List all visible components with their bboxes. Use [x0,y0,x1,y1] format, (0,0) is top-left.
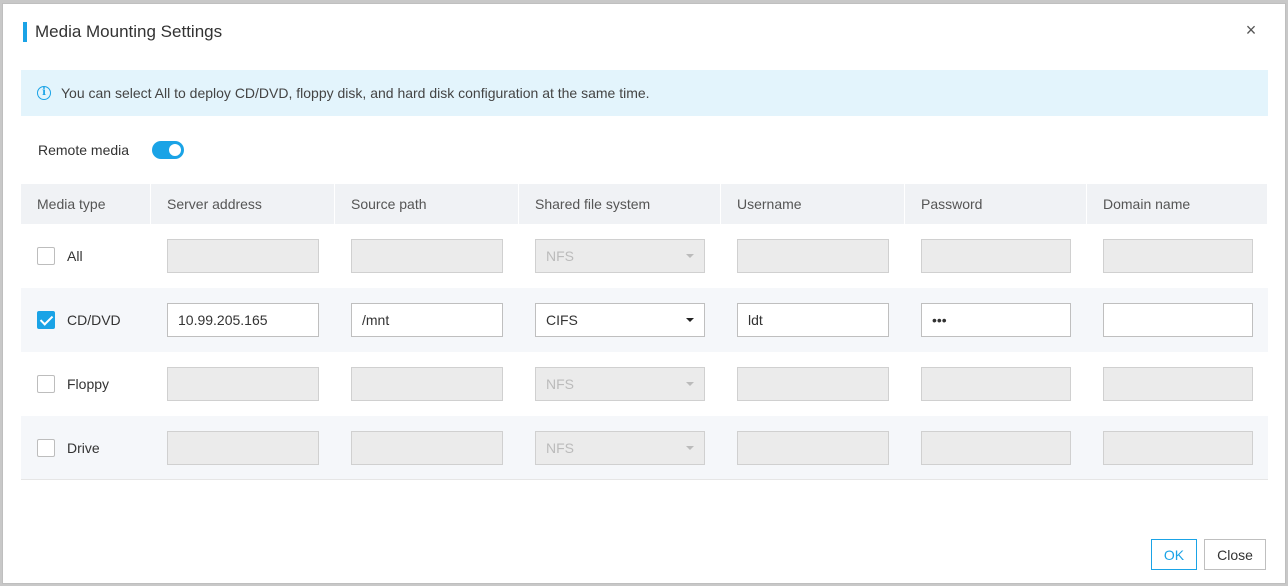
chevron-down-icon [686,318,694,322]
media-mounting-dialog: Media Mounting Settings × i You can sele… [2,3,1286,584]
title-accent-bar [23,22,27,42]
drive-source-path-input[interactable] [351,430,503,465]
close-button[interactable]: Close [1204,539,1266,570]
drive-file-system-value: NFS [546,439,574,456]
cd-dvd-file-system-value: CIFS [546,312,578,328]
remote-media-toggle[interactable] [152,141,185,159]
table-row: Drive NFS [21,416,1268,480]
info-banner: i You can select All to deploy CD/DVD, f… [21,70,1268,116]
table-row: All NFS [21,224,1268,288]
media-label-drive: Drive [67,439,100,456]
cd-dvd-password-input[interactable]: ••• [921,303,1071,337]
chevron-down-icon [686,254,694,258]
header-username: Username [721,184,905,224]
header-server-address: Server address [151,184,335,224]
drive-file-system-select[interactable]: NFS [535,430,705,465]
floppy-source-path-input[interactable] [351,367,503,401]
header-source-path: Source path [335,184,519,224]
header-media-type: Media type [21,184,151,224]
floppy-username-input[interactable] [737,367,889,401]
table-header: Media type Server address Source path Sh… [21,184,1268,224]
cd-dvd-checkbox[interactable] [37,311,55,329]
table-row: Floppy NFS [21,352,1268,416]
floppy-file-system-value: NFS [546,376,574,392]
info-text: You can select All to deploy CD/DVD, flo… [61,85,650,101]
cd-dvd-server-address-input[interactable]: 10.99.205.165 [167,303,319,337]
drive-domain-name-input[interactable] [1103,430,1253,465]
all-file-system-select[interactable]: NFS [535,239,705,273]
media-label-cd-dvd: CD/DVD [67,312,121,328]
table-row: CD/DVD 10.99.205.165 /mnt CIFS ldt ••• [21,288,1268,352]
remote-media-setting: Remote media [38,139,185,161]
toggle-knob [169,144,182,156]
chevron-down-icon [686,445,694,450]
close-icon[interactable]: × [1241,18,1261,42]
floppy-domain-name-input[interactable] [1103,367,1253,401]
all-server-address-input[interactable] [167,239,319,273]
header-password: Password [905,184,1087,224]
cd-dvd-domain-name-input[interactable] [1103,303,1253,337]
dialog-title-bar: Media Mounting Settings [23,20,222,44]
floppy-server-address-input[interactable] [167,367,319,401]
cd-dvd-source-path-input[interactable]: /mnt [351,303,503,337]
all-source-path-input[interactable] [351,239,503,273]
dialog-title: Media Mounting Settings [35,22,223,41]
drive-username-input[interactable] [737,430,889,465]
all-username-input[interactable] [737,239,889,273]
info-icon: i [37,86,51,100]
media-label-all: All [67,248,83,264]
media-table: Media type Server address Source path Sh… [21,184,1268,480]
media-label-floppy: Floppy [67,376,110,392]
all-password-input[interactable] [921,239,1071,273]
cd-dvd-file-system-select[interactable]: CIFS [535,303,705,337]
floppy-file-system-select[interactable]: NFS [535,367,705,401]
header-domain-name: Domain name [1087,184,1268,224]
all-checkbox[interactable] [37,247,55,265]
all-file-system-value: NFS [546,248,574,264]
drive-password-input[interactable] [921,430,1071,465]
remote-media-label: Remote media [38,142,130,158]
floppy-checkbox[interactable] [37,375,55,393]
header-shared-file-system: Shared file system [519,184,721,224]
cd-dvd-username-input[interactable]: ldt [737,303,889,337]
ok-button[interactable]: OK [1151,539,1197,570]
all-domain-name-input[interactable] [1103,239,1253,273]
drive-checkbox[interactable] [37,438,55,457]
drive-server-address-input[interactable] [167,430,319,465]
chevron-down-icon [686,382,694,386]
floppy-password-input[interactable] [921,367,1071,401]
